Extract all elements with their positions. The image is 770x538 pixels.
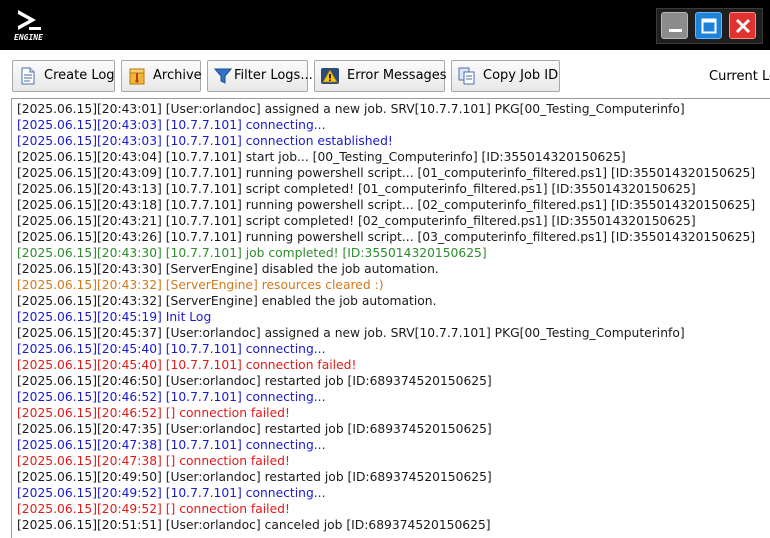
copy-job-id-button[interactable]: Copy Job ID [451, 60, 560, 92]
log-line: [2025.06.15][20:43:30] [ServerEngine] di… [17, 262, 439, 276]
log-line: [2025.06.15][20:45:37] [User:orlandoc] a… [17, 326, 685, 340]
log-line: [2025.06.15][20:43:32] [ServerEngine] re… [17, 278, 384, 292]
log-line: [2025.06.15][20:43:03] [10.7.7.101] conn… [17, 118, 326, 132]
log-line: [2025.06.15][20:45:40] [10.7.7.101] conn… [17, 358, 357, 372]
log-line: [2025.06.15][20:43:03] [10.7.7.101] conn… [17, 134, 393, 148]
filter-logs-button[interactable]: Filter Logs... [207, 60, 313, 92]
archive-button[interactable]: Archive [121, 60, 202, 92]
log-line: [2025.06.15][20:43:32] [ServerEngine] en… [17, 294, 437, 308]
error-messages-button[interactable]: Error Messages [314, 60, 447, 92]
log-line: [2025.06.15][20:49:52] [10.7.7.101] conn… [17, 486, 326, 500]
log-line: [2025.06.15][20:43:26] [10.7.7.101] runn… [17, 230, 756, 244]
log-line: [2025.06.15][20:45:40] [10.7.7.101] conn… [17, 342, 326, 356]
log-line: [2025.06.15][20:51:51] [User:orlandoc] c… [17, 518, 491, 532]
copy-icon [458, 67, 475, 85]
create-log-button[interactable]: Create Log [12, 60, 115, 92]
archive-icon [129, 68, 145, 85]
window-controls [656, 8, 763, 44]
log-line: [2025.06.15][20:47:38] [] connection fai… [17, 454, 290, 468]
log-line: [2025.06.15][20:47:38] [10.7.7.101] conn… [17, 438, 326, 452]
warning-icon [321, 68, 339, 84]
title-bar: ENGINE [0, 0, 770, 50]
minimize-icon [669, 29, 682, 32]
log-line: [2025.06.15][20:43:18] [10.7.7.101] runn… [17, 198, 756, 212]
log-line: [2025.06.15][20:43:09] [10.7.7.101] runn… [17, 166, 756, 180]
document-icon [21, 67, 35, 85]
error-messages-label: Error Messages [347, 68, 447, 83]
maximize-icon [701, 18, 717, 34]
log-line: [2025.06.15][20:49:52] [] connection fai… [17, 502, 290, 516]
current-log-label: Current Lo [709, 69, 770, 84]
filter-logs-label: Filter Logs... [234, 68, 313, 83]
log-line: [2025.06.15][20:43:21] [10.7.7.101] scri… [17, 214, 696, 228]
log-output[interactable]: [2025.06.15][20:43:01] [User:orlandoc] a… [11, 98, 770, 538]
maximize-button[interactable] [695, 12, 722, 39]
minimize-button[interactable] [661, 12, 688, 39]
log-line: [2025.06.15][20:46:52] [] connection fai… [17, 406, 290, 420]
log-line: [2025.06.15][20:47:35] [User:orlandoc] r… [17, 422, 492, 436]
log-line: [2025.06.15][20:43:04] [10.7.7.101] star… [17, 150, 626, 164]
log-line: [2025.06.15][20:45:19] Init Log [17, 310, 212, 324]
log-line: [2025.06.15][20:43:30] [10.7.7.101] job … [17, 246, 487, 260]
archive-label: Archive [153, 68, 202, 83]
log-line: [2025.06.15][20:46:52] [10.7.7.101] conn… [17, 390, 326, 404]
close-icon [735, 18, 751, 34]
filter-icon [214, 68, 232, 84]
log-line: [2025.06.15][20:43:01] [User:orlandoc] a… [17, 102, 685, 116]
logo-text: ENGINE [14, 33, 43, 42]
toolbar: Create Log Archive Filter Logs... Error … [0, 50, 770, 100]
log-line: [2025.06.15][20:43:13] [10.7.7.101] scri… [17, 182, 696, 196]
log-line: [2025.06.15][20:49:50] [User:orlandoc] r… [17, 470, 492, 484]
close-button[interactable] [729, 12, 756, 39]
copy-job-id-label: Copy Job ID [483, 68, 559, 83]
log-line: [2025.06.15][20:46:50] [User:orlandoc] r… [17, 374, 492, 388]
create-log-label: Create Log [44, 68, 115, 83]
